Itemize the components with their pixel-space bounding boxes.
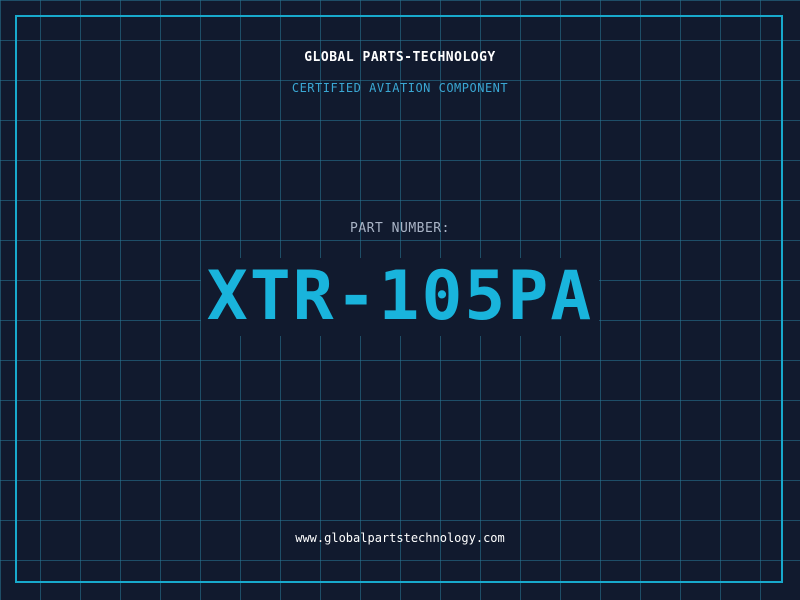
company-name: GLOBAL PARTS-TECHNOLOGY	[304, 50, 496, 65]
part-number-value: XTR-105PA	[200, 258, 600, 336]
website-url: www.globalpartstechnology.com	[295, 531, 505, 545]
part-number-container: XTR-105PA	[0, 258, 800, 336]
part-card: GLOBAL PARTS-TECHNOLOGY CERTIFIED AVIATI…	[0, 0, 800, 600]
certification-subtitle: CERTIFIED AVIATION COMPONENT	[291, 81, 509, 95]
part-number-label: PART NUMBER:	[350, 221, 450, 236]
